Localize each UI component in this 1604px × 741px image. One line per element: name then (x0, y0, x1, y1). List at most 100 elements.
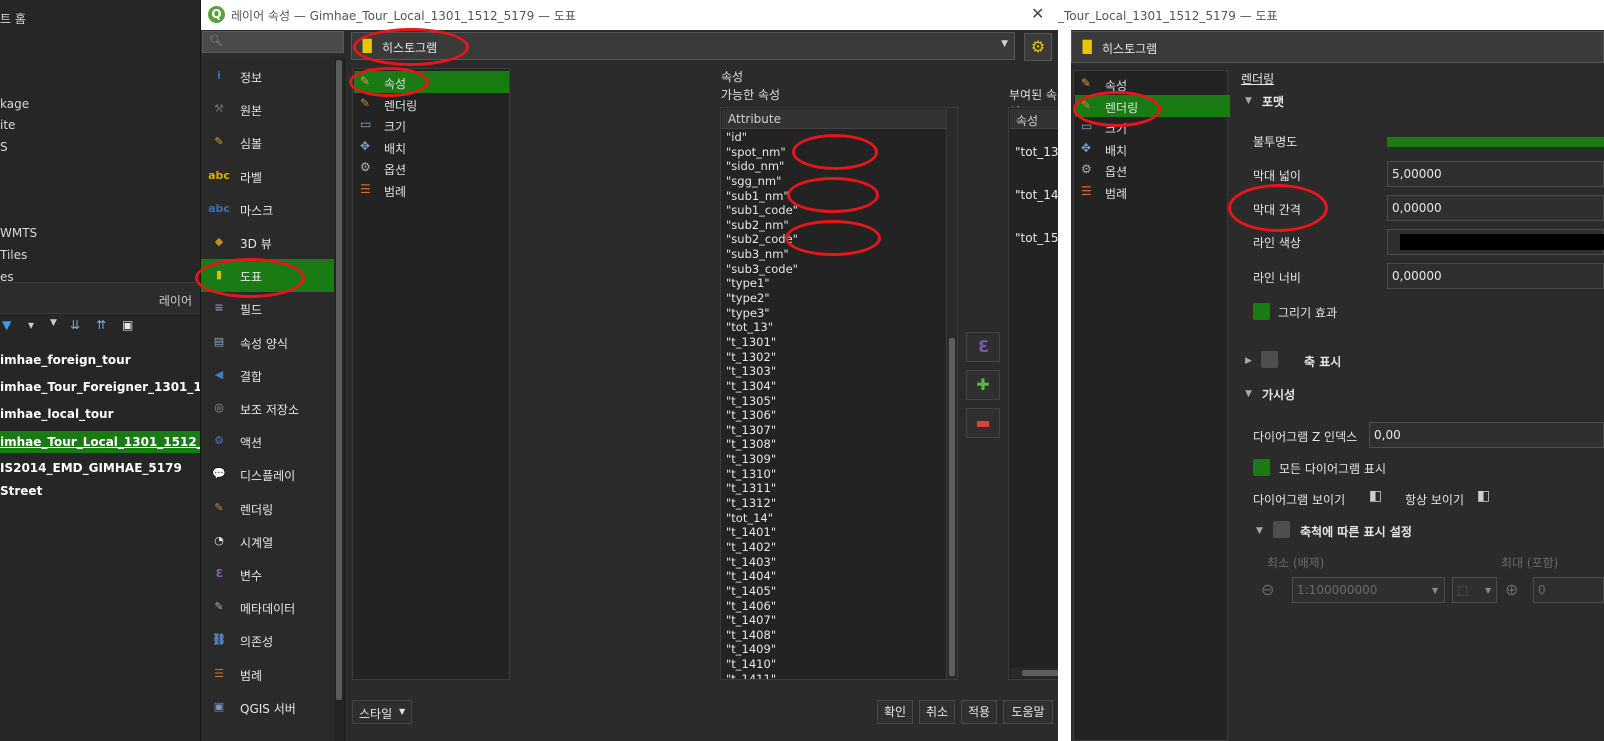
show-axis-checkbox[interactable] (1261, 351, 1278, 368)
current-scale-button[interactable]: ⬚ ▼ (1452, 577, 1497, 603)
sub-nav-item[interactable]: ✥ 배치 (354, 136, 509, 158)
scrollbar-thumb[interactable] (949, 338, 955, 676)
attribute-list-item[interactable]: "sub1_code" (726, 203, 941, 218)
sidebar-item[interactable]: ✎ 렌더링 (201, 492, 334, 525)
chevron-right-icon[interactable]: ▶ (1245, 356, 1252, 366)
sub-nav-item[interactable]: ▭ 크기 (354, 114, 509, 136)
browser-item[interactable]: Tiles (0, 248, 27, 262)
browser-item[interactable]: ite (0, 118, 15, 132)
show-all-diagrams-checkbox[interactable] (1253, 459, 1270, 476)
sub-nav-item[interactable]: ✎ 속성 (1075, 73, 1230, 95)
layer-item-selected[interactable]: imhae_Tour_Local_1301_1512_5179 (0, 431, 200, 453)
sidebar-item[interactable]: i 정보 (201, 60, 334, 93)
attribute-list-item[interactable]: "t_1306" (726, 408, 941, 423)
diagram-type-select[interactable]: ▐▌ 히스토그램 (1071, 31, 1604, 63)
chevron-down-icon[interactable]: ▼ (1245, 389, 1252, 399)
attribute-list-item[interactable]: "t_1405" (726, 584, 941, 599)
sub-nav-item[interactable]: ▭ 크기 (1075, 116, 1230, 138)
sidebar-item[interactable]: abc 마스크 (201, 193, 334, 226)
filter-legend-icon[interactable]: ▾ (28, 318, 34, 332)
attribute-list-item[interactable]: "t_1408" (726, 628, 941, 643)
attribute-list-item[interactable]: "t_1411" (726, 672, 941, 679)
collapse-all-icon[interactable]: ⇈ (96, 318, 106, 332)
filter-icon[interactable]: ▼ (2, 318, 11, 332)
sub-nav-item[interactable]: ✎ 렌더링 (1075, 94, 1230, 117)
browser-item[interactable]: kage (0, 97, 29, 111)
bar-width-input[interactable]: 5,00000 (1387, 161, 1604, 187)
attribute-list-item[interactable]: "id" (726, 130, 941, 145)
sidebar-item[interactable]: 💬 디스플레이 (201, 458, 334, 491)
attribute-list-item[interactable]: "tot_14" (726, 511, 941, 526)
attribute-list-item[interactable]: "t_1407" (726, 613, 941, 628)
sidebar-item[interactable]: ✎ 메타데이터 (201, 591, 334, 624)
attribute-list-item[interactable]: "sub3_code" (726, 262, 941, 277)
attribute-list-item[interactable]: "spot_nm" (726, 145, 941, 160)
sidebar-item[interactable]: ☰ 범례 (201, 658, 334, 691)
ok-button[interactable]: 확인 (877, 700, 913, 724)
sidebar-item[interactable]: abc 라벨 (201, 160, 334, 193)
remove-layer-icon[interactable]: ▣ (122, 318, 133, 332)
sub-nav-item[interactable]: ✥ 배치 (1075, 138, 1230, 160)
attribute-list-item[interactable]: "t_1406" (726, 599, 941, 614)
sidebar-item[interactable]: ✎ 심볼 (201, 126, 334, 159)
line-color-button[interactable] (1387, 229, 1604, 255)
attribute-list-item[interactable]: "t_1301" (726, 335, 941, 350)
column-header-attribute[interactable]: 속성 (1016, 112, 1038, 129)
attribute-list-item[interactable]: "t_1308" (726, 437, 941, 452)
data-defined-override-icon[interactable]: ◧ (1477, 488, 1490, 504)
sub-nav-item[interactable]: ⚙ 옵션 (354, 157, 509, 179)
attribute-list-item[interactable]: "sub2_nm" (726, 218, 941, 233)
diagram-type-select[interactable]: ▐▌ 히스토그램 ▼ (351, 32, 1015, 60)
opacity-slider[interactable] (1387, 137, 1604, 147)
attribute-list-item[interactable]: "t_1409" (726, 642, 941, 657)
zoom-in-icon[interactable]: ⊕ (1505, 580, 1518, 599)
attribute-list-item[interactable]: "tot_13" (726, 320, 941, 335)
format-group-title[interactable]: 포맷 (1262, 93, 1284, 110)
sidebar-item[interactable]: ≡ 필드 (201, 292, 334, 325)
attribute-list-item[interactable]: "t_1304" (726, 379, 941, 394)
sidebar-item[interactable]: ⚒ 원본 (201, 93, 334, 126)
browser-item[interactable]: WMTS (0, 226, 37, 240)
expression-button[interactable]: ℇ (966, 332, 1000, 362)
attribute-list-item[interactable]: "sido_nm" (726, 159, 941, 174)
attribute-list-item[interactable]: "sub1_nm" (726, 189, 941, 204)
attribute-list-item[interactable]: "t_1312" (726, 496, 941, 511)
attribute-list-item[interactable]: "sub3_nm" (726, 247, 941, 262)
sub-nav-item[interactable]: ☰ 범례 (354, 179, 509, 201)
min-scale-select[interactable]: 1:100000000 ▼ (1292, 577, 1445, 603)
close-icon[interactable]: ✕ (1031, 4, 1044, 23)
data-defined-override-icon[interactable]: ◧ (1369, 488, 1382, 504)
attribute-list-item[interactable]: "type3" (726, 306, 941, 321)
expand-all-icon[interactable]: ⇊ (70, 318, 80, 332)
draw-effects-checkbox[interactable] (1253, 303, 1270, 320)
attribute-list-item[interactable]: "t_1309" (726, 452, 941, 467)
list-scrollbar[interactable] (946, 108, 957, 679)
sidebar-item[interactable]: ℇ 변수 (201, 558, 334, 591)
scrollbar-thumb[interactable] (336, 60, 342, 700)
layer-item[interactable]: IS2014_EMD_GIMHAE_5179 (0, 457, 200, 479)
attribute-list-item[interactable]: "t_1307" (726, 423, 941, 438)
attribute-list-item[interactable]: "type1" (726, 276, 941, 291)
sidebar-scrollbar[interactable] (334, 58, 344, 741)
sidebar-item[interactable]: ◀ 결합 (201, 359, 334, 392)
scale-dependent-checkbox[interactable] (1273, 521, 1290, 538)
max-scale-select[interactable]: 0 (1533, 577, 1604, 603)
sidebar-item[interactable]: ◔ 시계열 (201, 525, 334, 558)
chevron-down-icon[interactable]: ▼ (50, 318, 57, 328)
layer-item[interactable]: imhae_local_tour (0, 403, 200, 425)
layer-item[interactable]: imhae_Tour_Foreigner_1301_1512_5179 (0, 376, 200, 398)
attribute-list-item[interactable]: "t_1302" (726, 350, 941, 365)
bar-spacing-input[interactable]: 0,00000 (1387, 195, 1604, 221)
zoom-out-icon[interactable]: ⊖ (1261, 580, 1274, 599)
attribute-list-item[interactable]: "t_1403" (726, 555, 941, 570)
sub-nav-item[interactable]: ✎ 속성 (354, 71, 509, 93)
search-input[interactable]: 🔍︎ (202, 31, 344, 53)
column-header-attribute[interactable]: Attribute (722, 109, 946, 129)
attribute-list-item[interactable]: "t_1305" (726, 394, 941, 409)
z-index-input[interactable]: 0,00 (1369, 422, 1604, 448)
help-button[interactable]: 도움말 (1003, 700, 1053, 724)
sidebar-item[interactable]: ▮ 도표 (201, 259, 334, 293)
layer-item[interactable]: Street (0, 480, 200, 502)
style-menu-button[interactable]: 스타일 ▼ (352, 700, 412, 724)
sub-nav-item[interactable]: ⚙ 옵션 (1075, 159, 1230, 181)
